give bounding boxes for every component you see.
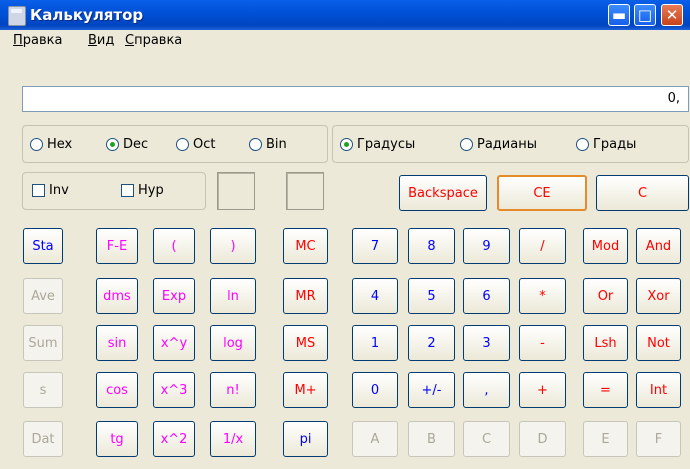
x-squared-button[interactable]: x^2	[153, 421, 195, 457]
radio-circle	[106, 138, 119, 151]
or-button[interactable]: Or	[583, 278, 628, 314]
maximize-icon: □	[637, 6, 653, 24]
negate-button[interactable]: +/-	[408, 372, 455, 408]
stat-button-s[interactable]: s	[23, 372, 63, 408]
cos-button[interactable]: cos	[96, 372, 138, 408]
digit-8-button[interactable]: 8	[408, 228, 455, 264]
reciprocal-button[interactable]: 1/x	[210, 421, 256, 457]
decimal-button[interactable]: ,	[463, 372, 510, 408]
stat-button-sum[interactable]: Sum	[23, 325, 63, 361]
digit-7-button[interactable]: 7	[352, 228, 398, 264]
divide-button[interactable]: /	[519, 228, 566, 264]
digit-5-button[interactable]: 5	[408, 278, 455, 314]
radio-hex[interactable]: Hex	[30, 137, 72, 152]
backspace-button[interactable]: Backspace	[399, 175, 487, 211]
hex-a-button[interactable]: A	[352, 421, 398, 457]
radio-oct[interactable]: Oct	[176, 137, 215, 152]
checkbox-box	[32, 184, 45, 197]
menu-edit[interactable]: Правка	[13, 33, 62, 48]
digit-2-button[interactable]: 2	[408, 325, 455, 361]
close-icon: ✕	[665, 6, 679, 24]
radio-circle	[460, 138, 473, 151]
add-button[interactable]: +	[519, 372, 566, 408]
radio-grads[interactable]: Грады	[576, 137, 636, 152]
xor-button[interactable]: Xor	[636, 278, 681, 314]
radio-circle	[340, 138, 353, 151]
stat-button-sta[interactable]: Sta	[23, 228, 63, 264]
radio-radians[interactable]: Радианы	[460, 137, 537, 152]
clear-button[interactable]: C	[596, 175, 689, 211]
minimize-icon: ▬	[611, 6, 627, 24]
calculator-icon	[8, 6, 26, 26]
maximize-button[interactable]: □	[634, 4, 656, 26]
lsh-button[interactable]: Lsh	[583, 325, 628, 361]
mod-button[interactable]: Mod	[583, 228, 628, 264]
title-bar[interactable]: Калькулятор ▬ □ ✕	[0, 0, 690, 30]
multiply-button[interactable]: *	[519, 278, 566, 314]
x-cubed-button[interactable]: x^3	[153, 372, 195, 408]
stat-button-ave[interactable]: Ave	[23, 278, 63, 314]
parenthesis-indicator	[286, 172, 324, 210]
hex-c-button[interactable]: C	[463, 421, 510, 457]
stat-button-dat[interactable]: Dat	[23, 421, 63, 457]
fe-button[interactable]: F-E	[96, 228, 138, 264]
menu-bar: Правка Вид Справка	[0, 30, 690, 52]
close-button[interactable]: ✕	[661, 4, 683, 26]
radio-circle	[249, 138, 262, 151]
not-button[interactable]: Not	[636, 325, 681, 361]
memory-add-button[interactable]: M+	[283, 372, 328, 408]
digit-0-button[interactable]: 0	[352, 372, 398, 408]
memory-clear-button[interactable]: MC	[283, 228, 328, 264]
open-paren-button[interactable]: (	[153, 228, 195, 264]
radio-degrees[interactable]: Градусы	[340, 137, 415, 152]
hyp-checkbox[interactable]: Hyp	[121, 183, 164, 198]
minimize-button[interactable]: ▬	[608, 4, 630, 26]
result-display: 0,	[22, 86, 689, 112]
pi-button[interactable]: pi	[283, 421, 328, 457]
radio-dec[interactable]: Dec	[106, 137, 148, 152]
sin-button[interactable]: sin	[96, 325, 138, 361]
window-title: Калькулятор	[30, 6, 144, 24]
digit-6-button[interactable]: 6	[463, 278, 510, 314]
close-paren-button[interactable]: )	[210, 228, 256, 264]
memory-indicator	[217, 172, 255, 210]
radio-circle	[30, 138, 43, 151]
inv-checkbox[interactable]: Inv	[32, 183, 69, 198]
hex-e-button[interactable]: E	[583, 421, 628, 457]
log-button[interactable]: log	[210, 325, 256, 361]
hex-f-button[interactable]: F	[636, 421, 681, 457]
checkbox-box	[121, 184, 134, 197]
hex-d-button[interactable]: D	[519, 421, 566, 457]
ln-button[interactable]: ln	[210, 278, 256, 314]
radio-circle	[576, 138, 589, 151]
exp-button[interactable]: Exp	[153, 278, 195, 314]
memory-store-button[interactable]: MS	[283, 325, 328, 361]
memory-recall-button[interactable]: MR	[283, 278, 328, 314]
dms-button[interactable]: dms	[96, 278, 138, 314]
int-button[interactable]: Int	[636, 372, 681, 408]
digit-3-button[interactable]: 3	[463, 325, 510, 361]
digit-9-button[interactable]: 9	[463, 228, 510, 264]
factorial-button[interactable]: n!	[210, 372, 256, 408]
equals-button[interactable]: =	[583, 372, 628, 408]
radio-bin[interactable]: Bin	[249, 137, 287, 152]
tg-button[interactable]: tg	[96, 421, 138, 457]
hex-b-button[interactable]: B	[408, 421, 455, 457]
x-pow-y-button[interactable]: x^y	[153, 325, 195, 361]
and-button[interactable]: And	[636, 228, 681, 264]
menu-help[interactable]: Справка	[125, 33, 182, 48]
digit-1-button[interactable]: 1	[352, 325, 398, 361]
radio-circle	[176, 138, 189, 151]
clear-entry-button[interactable]: CE	[497, 175, 587, 211]
subtract-button[interactable]: -	[519, 325, 566, 361]
digit-4-button[interactable]: 4	[352, 278, 398, 314]
menu-view[interactable]: Вид	[88, 33, 114, 48]
